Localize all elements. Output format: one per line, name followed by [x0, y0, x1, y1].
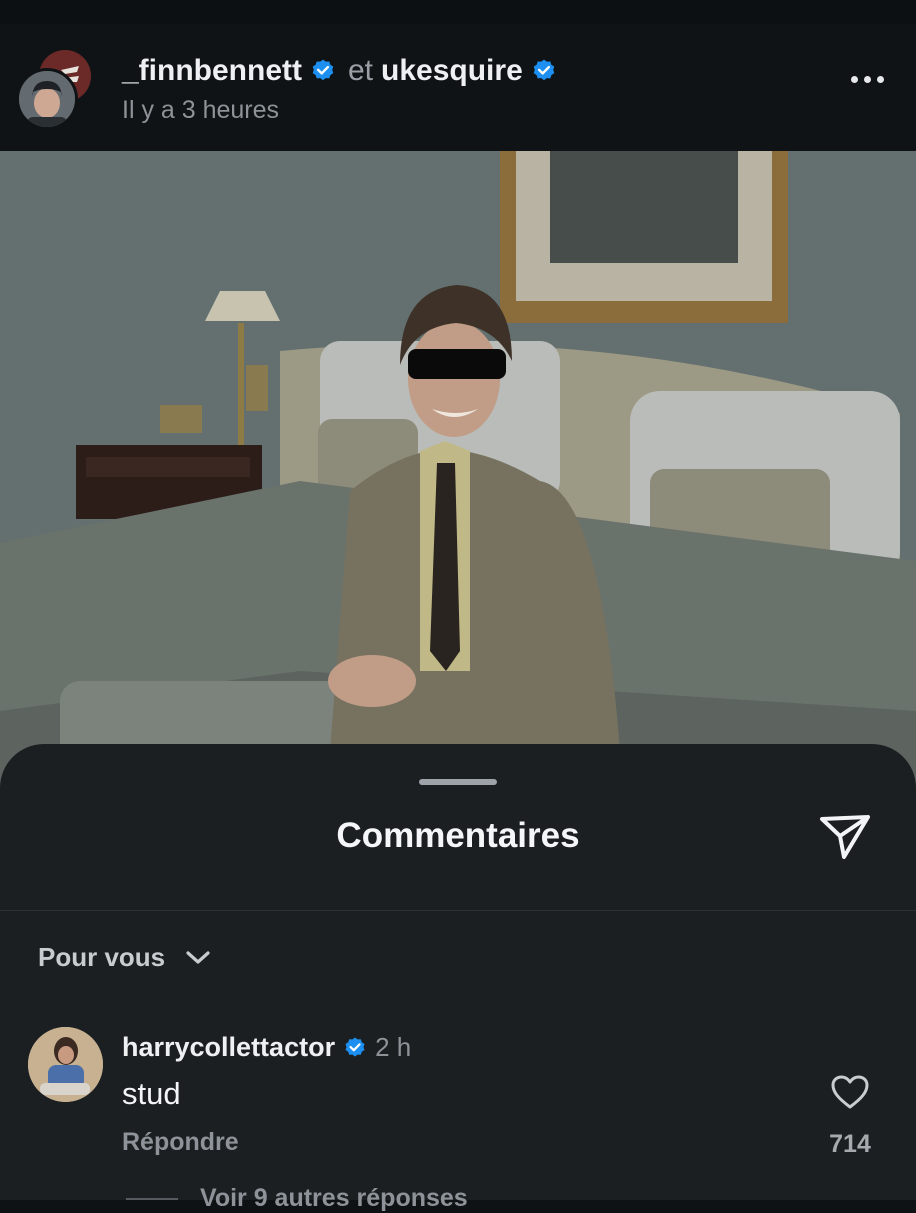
author-avatar[interactable] [16, 68, 78, 130]
comments-title: Commentaires [336, 816, 580, 855]
comment-sort-filter[interactable]: Pour vous [38, 942, 211, 973]
comment-header: harrycollettactor 2 h [122, 1032, 411, 1063]
comment-timestamp: 2 h [375, 1032, 412, 1062]
verified-badge-icon [533, 59, 555, 81]
filter-label: Pour vous [38, 942, 166, 972]
post-header: _finnbennett et ukesquire Il y a 3 heure… [0, 24, 916, 151]
author-connector: et [348, 54, 374, 87]
post-timestamp: Il y a 3 heures [122, 96, 280, 124]
commenter-username[interactable]: harrycollettactor [122, 1032, 335, 1063]
status-bar-strip [0, 0, 916, 24]
verified-badge-icon [345, 1037, 365, 1056]
reply-button[interactable]: Répondre [122, 1128, 239, 1157]
heart-icon[interactable] [830, 1074, 870, 1110]
comments-sheet: Commentaires Pour vous harrycollettactor… [0, 744, 916, 1212]
author-avatars[interactable] [16, 50, 96, 130]
verified-badge-icon [312, 59, 334, 81]
commenter-avatar[interactable] [28, 1027, 103, 1102]
comment-text: stud [122, 1076, 181, 1111]
post-author-line: _finnbennett et ukesquire [122, 54, 557, 88]
like-count: 714 [829, 1130, 871, 1158]
view-more-replies-label: Voir 9 autres réponses [200, 1184, 468, 1212]
view-more-replies[interactable]: Voir 9 autres réponses [126, 1184, 468, 1213]
send-icon[interactable] [818, 812, 872, 862]
author-username[interactable]: _finnbennett [122, 54, 302, 88]
sheet-divider [0, 910, 916, 911]
replies-divider-line [126, 1197, 178, 1200]
more-options-icon[interactable] [851, 76, 884, 83]
coauthor-username[interactable]: ukesquire [381, 54, 523, 88]
chevron-down-icon [186, 950, 210, 964]
sheet-drag-handle[interactable] [419, 779, 497, 785]
